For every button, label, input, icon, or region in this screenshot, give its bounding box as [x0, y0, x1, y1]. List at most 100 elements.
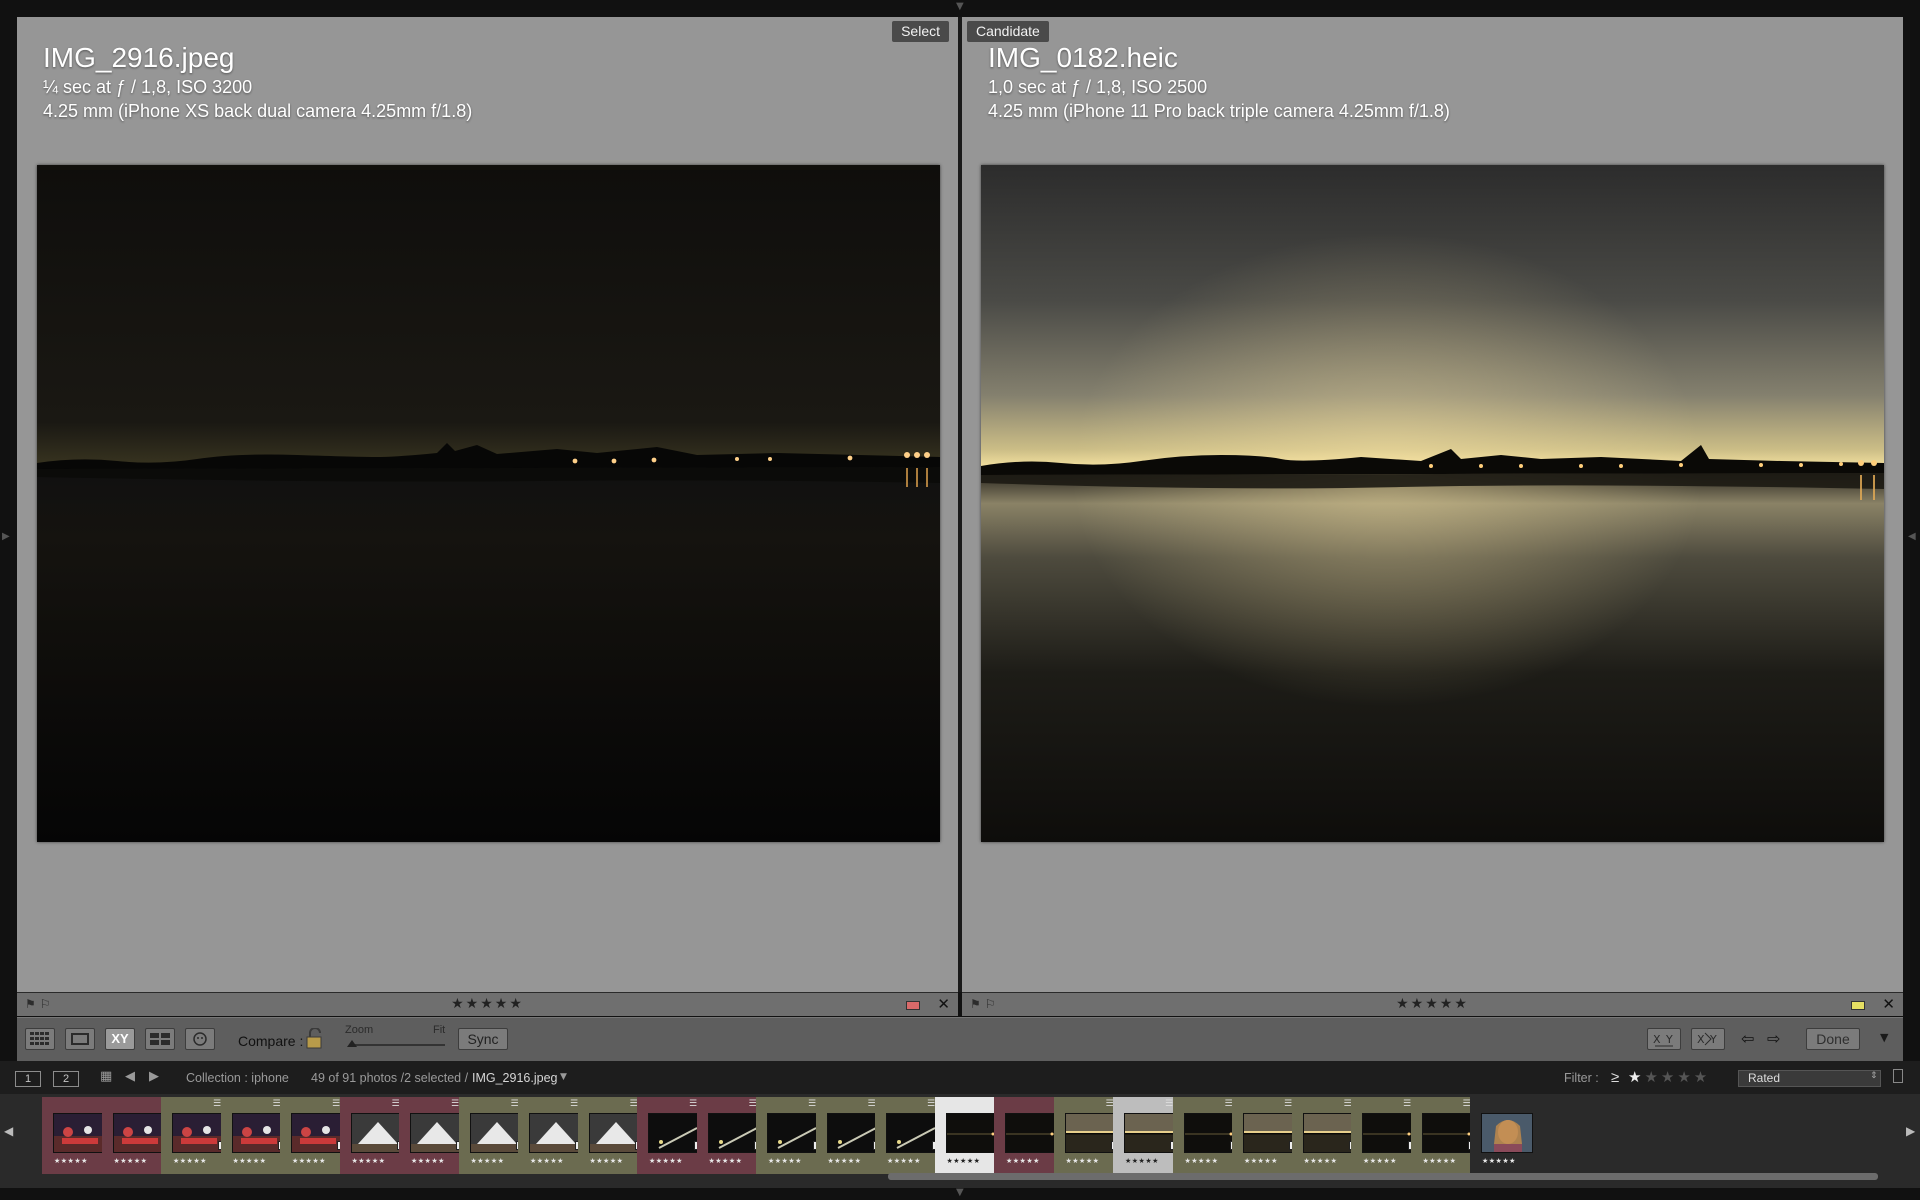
sync-button[interactable]: Sync [458, 1028, 508, 1050]
thumbnail-rating-stars: ★★★★★ [827, 1157, 862, 1165]
thumbnail-image [112, 1113, 165, 1153]
make-select-button[interactable]: XY [1691, 1028, 1725, 1050]
thumbnail-rating-stars: ★★★★★ [708, 1157, 743, 1165]
thumbnail-rating-stars: ★★★★★ [1482, 1157, 1516, 1165]
left-panel-toggle-icon[interactable]: ▶ [2, 532, 10, 542]
bottom-panel-toggle-icon[interactable]: ▼ [956, 1188, 964, 1198]
zoom-slider-handle[interactable] [347, 1040, 357, 1047]
candidate-photo[interactable] [981, 165, 1884, 842]
thumbnail-image [767, 1113, 819, 1153]
filter-lock-icon[interactable] [1893, 1069, 1903, 1083]
current-filename[interactable]: IMG_2916.jpeg [472, 1071, 557, 1085]
grid-small-icon[interactable]: ▦ [100, 1069, 112, 1084]
grid-icon [30, 1032, 49, 1045]
done-button[interactable]: Done [1806, 1028, 1860, 1050]
select-pane-bar: ⚑⚐ ★★★★★ ✕ [17, 992, 958, 1016]
swap-button[interactable]: XY [1647, 1028, 1681, 1050]
toolbar-menu-chevron-icon[interactable]: ▼ [1880, 1031, 1888, 1044]
thumbnail-image [826, 1113, 879, 1153]
zoom-slider[interactable] [349, 1044, 445, 1046]
thumbnail-image [588, 1113, 641, 1153]
thumbnail-image [172, 1113, 224, 1153]
candidate-color-label[interactable] [1851, 1001, 1865, 1010]
thumbnail-rating-stars: ★★★★★ [1065, 1157, 1100, 1165]
thumbnail-rating-stars: ★★★★★ [411, 1157, 445, 1165]
filmstrip-thumbnail[interactable]: ★★★★★ [1470, 1097, 1542, 1174]
thumbnail-rating-stars: ★★★★★ [351, 1157, 386, 1165]
svg-text:X: X [1653, 1033, 1661, 1046]
thumbnail-rating-stars: ★★★★★ [1244, 1157, 1278, 1165]
filmstrip-header: 1 2 ▦ ◀ ▶ Collection : iphone 49 of 91 p… [0, 1061, 1920, 1094]
survey-view-button[interactable] [145, 1028, 175, 1050]
filter-preset-select[interactable]: Rated [1738, 1070, 1881, 1087]
select-tag: Select [892, 21, 949, 42]
candidate-lens: 4.25 mm (iPhone 11 Pro back triple camer… [988, 101, 1450, 121]
thumbnail-image [648, 1113, 700, 1153]
compare-label: Compare : [238, 1033, 304, 1049]
filter-operator[interactable]: ≥ [1611, 1069, 1619, 1086]
loupe-view-button[interactable] [65, 1028, 95, 1050]
filter-rating-stars[interactable]: ★★★★★ [1628, 1068, 1710, 1086]
previous-arrow-icon[interactable]: ⇦ [1741, 1029, 1754, 1048]
candidate-rating-stars[interactable]: ★★★★★ [962, 996, 1903, 1012]
filmstrip-scrollbar[interactable] [888, 1173, 1878, 1180]
next-arrow-icon[interactable]: ⇨ [1767, 1029, 1780, 1048]
candidate-pane[interactable]: Candidate IMG_0182.heic 1,0 sec at ƒ / 1… [962, 17, 1903, 992]
svg-text:X: X [1697, 1033, 1705, 1046]
select-close-icon[interactable]: ✕ [937, 995, 950, 1013]
select-rating-stars[interactable]: ★★★★★ [17, 996, 958, 1012]
thumbnail-image [1183, 1113, 1236, 1153]
people-icon [193, 1032, 207, 1046]
survey-icon [150, 1033, 170, 1045]
candidate-info-overlay: IMG_0182.heic 1,0 sec at ƒ / 1,8, ISO 25… [988, 41, 1450, 123]
select-pane[interactable]: Select IMG_2916.jpeg ¼ sec at ƒ / 1,8, I… [17, 17, 958, 992]
lock-icon[interactable] [305, 1028, 325, 1050]
thumbnail-image [231, 1113, 284, 1153]
thumbnail-image [291, 1113, 343, 1153]
filmstrip[interactable]: ◀ ★★★★★ ★★★★★ ★★★★★ ☰ ★★★★★ ☰ ★★★★★ ☰ ★★★★★ ☰ ★★★★… [0, 1094, 1920, 1188]
thumbnail-image [469, 1113, 522, 1153]
compare-toolbar: XY Compare : Zoom Fit Sync XY XY ⇦ ⇨ Don… [17, 1017, 1903, 1061]
people-view-button[interactable] [185, 1028, 215, 1050]
thumbnail-rating-stars: ★★★★★ [530, 1157, 564, 1165]
collection-label[interactable]: Collection : iphone [186, 1071, 289, 1085]
fit-label: Fit [433, 1024, 446, 1036]
forward-arrow-icon[interactable]: ▶ [149, 1069, 159, 1084]
thumbnail-image [1124, 1113, 1176, 1153]
photo-count: 49 of 91 photos /2 selected / [311, 1071, 469, 1085]
thumbnail-rating-stars: ★★★★★ [1422, 1157, 1457, 1165]
thumbnail-rating-stars: ★★★★★ [1125, 1157, 1159, 1165]
filename-dropdown-icon[interactable]: ▼ [560, 1072, 567, 1082]
candidate-pane-bar: ⚑⚐ ★★★★★ ✕ [962, 992, 1903, 1016]
thumbnail-rating-stars: ★★★★★ [1006, 1157, 1040, 1165]
compare-view-button[interactable]: XY [105, 1028, 135, 1050]
thumbnail-image [350, 1113, 403, 1153]
thumbnail-rating-stars: ★★★★★ [589, 1157, 624, 1165]
thumbnail-rating-stars: ★★★★★ [173, 1157, 207, 1165]
right-panel-toggle-icon[interactable]: ◀ [1908, 532, 1916, 542]
candidate-exposure: 1,0 sec at ƒ / 1,8, ISO 2500 [988, 77, 1208, 97]
thumbnail-image [707, 1113, 760, 1153]
grid-view-button[interactable] [25, 1028, 55, 1050]
thumbnail-rating-stars: ★★★★★ [292, 1157, 326, 1165]
thumbnail-image [1005, 1113, 1057, 1153]
thumbnail-image [1362, 1113, 1414, 1153]
select-photo[interactable] [37, 165, 940, 842]
secondary-window-button[interactable]: 2 [53, 1071, 79, 1087]
thumbnail-image [529, 1113, 581, 1153]
back-arrow-icon[interactable]: ◀ [125, 1069, 135, 1084]
make-select-icon: XY [1697, 1032, 1717, 1046]
thumbnail-rating-stars: ★★★★★ [649, 1157, 683, 1165]
thumbnail-rating-stars: ★★★★★ [1363, 1157, 1397, 1165]
thumbnail-rating-stars: ★★★★★ [946, 1157, 981, 1165]
candidate-filename: IMG_0182.heic [988, 42, 1178, 73]
top-panel-toggle-icon[interactable]: ▼ [956, 2, 964, 12]
primary-window-button[interactable]: 1 [15, 1071, 41, 1087]
thumbnail-image [1243, 1113, 1295, 1153]
select-color-label[interactable] [906, 1001, 920, 1010]
thumbnail-image [945, 1113, 998, 1153]
filmstrip-left-arrow-icon[interactable]: ◀ [4, 1124, 13, 1138]
candidate-tag: Candidate [967, 21, 1049, 42]
candidate-close-icon[interactable]: ✕ [1882, 995, 1895, 1013]
filmstrip-right-arrow-icon[interactable]: ▶ [1906, 1124, 1915, 1138]
